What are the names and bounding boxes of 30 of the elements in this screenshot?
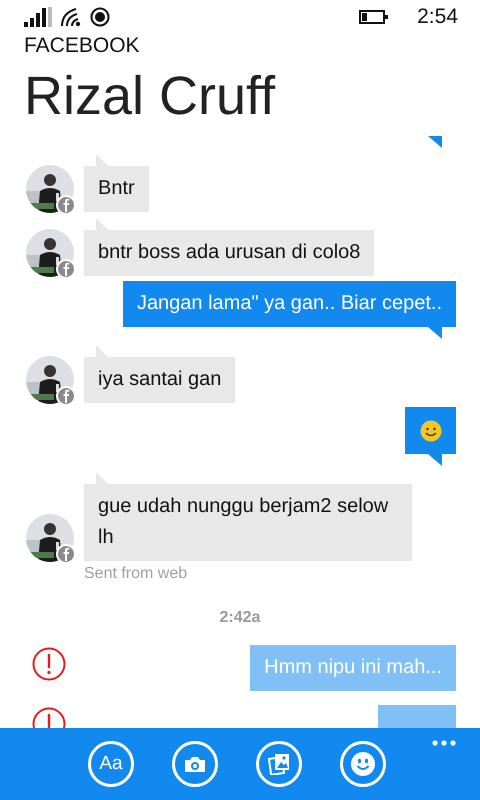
bubble-tail-icon [428,327,442,339]
message-bubble[interactable]: bntr boss ada urusan di colo8 [84,230,374,276]
location-icon [90,7,110,27]
emoji-button[interactable] [340,741,386,787]
message-bubble[interactable]: Jangan lama" ya gan.. Biar cepet.. [122,281,456,327]
bubble-tail-icon [428,454,442,466]
message-bubble[interactable]: gue udah nunggu berjam2 selow lh [84,484,412,561]
clock-time: 2:54 [417,5,458,29]
message-bubble[interactable]: Bntr [84,166,149,212]
f-badge-icon [56,195,76,215]
camera-button[interactable] [172,741,218,787]
f-badge-icon [56,544,76,564]
photos-icon [268,753,290,775]
text-format-button[interactable]: Aa [88,741,134,787]
smiley-icon [351,752,375,776]
app-name: FACEBOOK [23,34,141,58]
battery-icon [359,10,390,24]
timestamp: 2:42a [220,609,260,627]
wifi-icon [60,7,82,27]
signal-icon [24,7,52,27]
f-badge-icon [56,259,76,279]
message-bubble[interactable]: iya santai gan [84,357,236,403]
contact-name: Rizal Cruff [23,65,276,128]
more-icon[interactable] [432,740,456,746]
camera-icon [184,756,206,772]
photos-button[interactable] [256,741,302,787]
message-note: Sent from web [84,565,188,583]
f-badge-icon [56,386,76,406]
emoji-bubble[interactable] [405,407,456,454]
smiley-icon [420,420,442,442]
